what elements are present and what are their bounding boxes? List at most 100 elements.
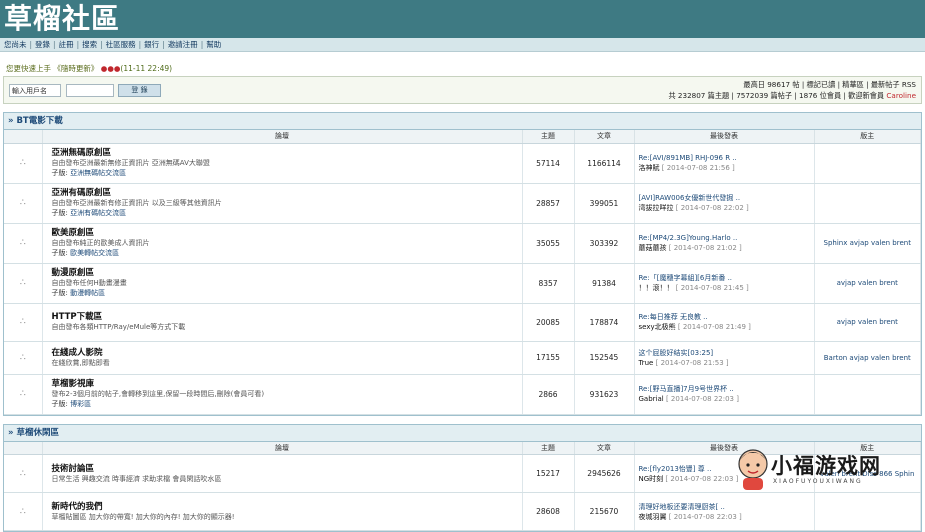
forum-name-link[interactable]: 草榴影視庫 [52,379,95,389]
post-count: 931623 [574,374,634,414]
forum-status-icon: ∴ [4,143,42,183]
password-input[interactable] [66,84,114,97]
notice-link[interactable]: 您更快速上手 《隨時更新》 [6,64,101,73]
moderators-cell[interactable]: avjap valen brent [814,263,921,303]
last-post-cell: 这个屁股好结实[03:25]True [ 2014-07-08 21:53 ] [634,341,814,374]
subforum-label: 子版: [52,249,71,257]
last-post-link[interactable]: Re:[AVI/891MB] RHJ-096 R .. [639,154,737,162]
topic-count: 17155 [522,341,574,374]
site-logo[interactable]: 草榴社區 [4,0,120,38]
forum-name-link[interactable]: 在綫成人影院 [52,348,103,358]
col-posts: 文章 [574,442,634,455]
forum-status-icon: ∴ [4,341,42,374]
last-post-cell: Re:[AVI/891MB] RHJ-096 R .. 洛神賦 [ 2014-07… [634,143,814,183]
nav-search[interactable]: 搜索 [82,39,97,50]
last-post-user[interactable]: ！！滾！！ [639,284,674,292]
forum-description: 在綫欣賞,即點即看 [52,358,522,368]
forum-name-link[interactable]: 歐美原創區 [52,228,95,238]
nav-register[interactable]: 註冊 [59,39,74,50]
section-title[interactable]: » BT電影下載 [4,113,921,130]
forum-status-icon: ∴ [4,455,42,493]
moderators-cell[interactable]: Sphinx avjap valen brent [814,223,921,263]
last-post-link[interactable]: 清理好地板还要清理厨茶[ .. [639,503,725,511]
last-post-user[interactable]: 夜城羽翼 [639,513,667,521]
forum-status-icon: ∴ [4,183,42,223]
moderators-cell[interactable] [814,183,921,223]
forum-status-icon: ∴ [4,374,42,414]
stats-totals: 共 232807 篇主題 | 7572039 篇帖子 | 1876 位會員 | … [668,91,886,100]
forum-description: 自由發布純正的歐美成人資訊片 [52,238,522,248]
last-post-link[interactable]: Re:[fly2013怡豐] 尊 .. [639,465,712,473]
forum-cell: 技術討論區日常生活 興趣交流 時事經濟 求助求檔 會員閑話吹水區 [42,455,522,493]
last-post-link[interactable]: Re:「[魔穗字幕組][6月新番 .. [639,274,733,282]
forum-cell: 動漫原創區自由發布任何H動畫漫畫子版: 動漫轉帖區 [42,263,522,303]
last-post-link[interactable]: 这个屁股好结实[03:25] [639,349,714,357]
nav-community-service[interactable]: 社區服務 [106,39,136,50]
topic-count: 2866 [522,374,574,414]
last-post-user[interactable]: sexy北极熊 [639,323,676,331]
forum-status-icon: ∴ [4,223,42,263]
last-post-link[interactable]: Re:[MP4/2.3G]Young.Harlo .. [639,234,738,242]
username-input[interactable] [9,84,61,97]
last-post-user[interactable]: NG时刻 [639,475,664,483]
stats-line-1[interactable]: 最高日 98617 帖 | 標記已讀 | 精華區 | 最新帖子 RSS [668,79,916,90]
moderators-cell[interactable] [814,143,921,183]
moderators-cell[interactable] [814,493,921,531]
last-post-link[interactable]: Re:[野马直播]7月9号世界杯 .. [639,385,734,393]
forum-name-link[interactable]: HTTP下載區 [52,312,103,322]
topic-count: 15217 [522,455,574,493]
topic-count: 57114 [522,143,574,183]
nav-notice: 您尚未 [4,39,27,50]
last-post-time: [ 2014-07-08 21:56 ] [662,164,735,172]
nav-bank[interactable]: 銀行 [144,39,159,50]
forum-name-link[interactable]: 動漫原創區 [52,268,95,278]
subforum-link[interactable]: 亞洲無碼帖交流區 [70,169,126,177]
forum-name-link[interactable]: 亞洲有碼原創區 [52,188,112,198]
forum-name-link[interactable]: 亞洲無碼原創區 [52,148,112,158]
subforum-label: 子版: [52,209,71,217]
moderators-cell[interactable] [814,374,921,414]
last-post-cell: Re:[MP4/2.3G]Young.Harlo ..蘑菇蘑孩 [ 2014-0… [634,223,814,263]
forum-description: 草榴貼圖區 加大你的帶寬! 加大你的內存! 加大你的顯示器! [52,512,522,522]
nav-help[interactable]: 幫助 [206,39,221,50]
last-post-user[interactable]: 洛神賦 [639,164,660,172]
nav-login[interactable]: 登錄 [35,39,50,50]
forum-row: ∴新時代的我們草榴貼圖區 加大你的帶寬! 加大你的內存! 加大你的顯示器!286… [4,493,921,531]
topic-count: 35055 [522,223,574,263]
section-0-rows: ∴亞洲無碼原創區自由發布亞洲最新無修正資訊片 亞洲無碼AV大聯盟子版: 亞洲無碼… [4,143,921,414]
last-post-link[interactable]: [AVI]RAW006女優新世代發掘 .. [639,194,741,202]
last-post-user[interactable]: Gabrial [639,395,664,403]
forum-row: ∴在綫成人影院在綫欣賞,即點即看17155152545这个屁股好结实[03:25… [4,341,921,374]
last-post-user[interactable]: True [639,359,654,367]
notice-bar: 您更快速上手 《隨時更新》 ●●●(11-11 22:49) [4,62,921,75]
col-forum: 論壇 [42,130,522,143]
notice-time: (11-11 22:49) [120,64,172,73]
subforum-label: 子版: [52,289,71,297]
forum-row: ∴草榴影視庫發布2-3個月前的帖子,會轉移到這里,保留一段時間后,刪除(會員可看… [4,374,921,414]
nav-invite-register[interactable]: 邀請注冊 [168,39,198,50]
forum-subforum: 子版: 博彩區 [52,399,522,409]
login-button[interactable]: 登 錄 [118,84,161,97]
section-title[interactable]: » 草榴休閑區 [4,425,921,442]
subforum-link[interactable]: 歐美轉帖交流區 [70,249,119,257]
forum-subforum: 子版: 亞洲有碼帖交流區 [52,208,522,218]
forum-name-link[interactable]: 新時代的我們 [52,502,103,512]
watermark-text: 小福游戏网 [771,450,881,480]
new-member-link[interactable]: Caroline [886,91,916,100]
last-post-cell: Re:每日推荐 无良教 ..sexy北极熊 [ 2014-07-08 21:49… [634,303,814,341]
subforum-link[interactable]: 動漫轉帖區 [70,289,105,297]
last-post-user[interactable]: 蘑菇蘑孩 [639,244,667,252]
forum-row: ∴動漫原創區自由發布任何H動畫漫畫子版: 動漫轉帖區835791384Re:「[… [4,263,921,303]
moderators-cell[interactable]: avjap valen brent [814,303,921,341]
subforum-link[interactable]: 亞洲有碼帖交流區 [70,209,126,217]
forum-name-link[interactable]: 技術討論區 [52,464,95,474]
col-topics: 主題 [522,130,574,143]
moderators-cell[interactable]: Barton avjap valen brent [814,341,921,374]
subforum-link[interactable]: 博彩區 [70,400,91,408]
last-post-user[interactable]: 湾拔拉咩拉 [639,204,674,212]
watermark-subtext: XIAOFUYOUXIWANG [773,478,863,485]
topic-count: 28857 [522,183,574,223]
forum-description: 自由發布各類HTTP/Ray/eMule等方式下載 [52,322,522,332]
last-post-link[interactable]: Re:每日推荐 无良教 .. [639,313,708,321]
site-header: 草榴社區 [0,0,925,38]
